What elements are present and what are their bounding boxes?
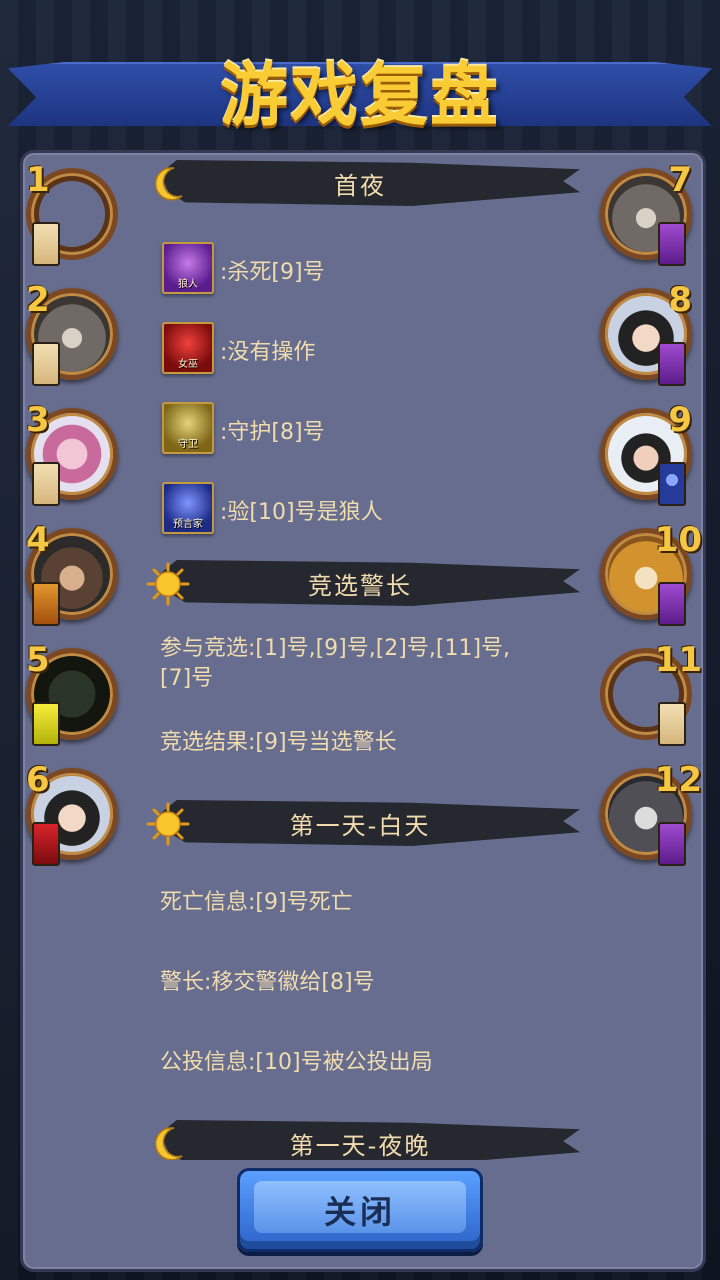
player-slot-6[interactable]: 6 — [22, 760, 122, 868]
player-slot-1[interactable]: 1 — [22, 160, 122, 268]
player-slot-8[interactable]: 8 — [596, 280, 696, 388]
guard-role-icon — [32, 702, 60, 746]
player-number: 10 — [654, 520, 702, 560]
close-button[interactable]: 关闭 — [237, 1168, 483, 1252]
close-button-label: 关闭 — [323, 1193, 396, 1231]
election-result: 竞选结果:[9]号当选警长 — [160, 730, 397, 755]
villager-role-icon — [32, 462, 60, 506]
player-number: 3 — [26, 400, 50, 440]
guard-role-icon: 守卫 — [162, 402, 214, 454]
log-entry: 守卫 :守护[8]号 — [160, 402, 580, 458]
sheriff-badge-info: 警长:移交警徽给[8]号 — [160, 970, 375, 995]
seer-role-icon: 预言家 — [162, 482, 214, 534]
section-header-first-night: 首夜 — [140, 156, 580, 212]
player-slot-10[interactable]: 10 — [596, 520, 702, 628]
werewolf-role-icon: 狼人 — [162, 242, 214, 294]
player-number: 9 — [668, 400, 692, 440]
player-number: 6 — [26, 760, 50, 800]
seer-role-icon — [658, 462, 686, 506]
section-header-night1: 第一天-夜晚 — [140, 1116, 580, 1160]
section-title: 首夜 — [334, 172, 386, 200]
log-text: :没有操作 — [220, 340, 316, 365]
section-title: 第一天-夜晚 — [289, 1132, 431, 1160]
death-info: 死亡信息:[9]号死亡 — [160, 890, 353, 915]
log-text: :守护[8]号 — [220, 420, 325, 445]
section-header-day1: 第一天-白天 — [140, 796, 580, 852]
player-slot-3[interactable]: 3 — [22, 400, 122, 508]
page-title: 游戏复盘 — [219, 56, 500, 136]
werewolf-role-icon — [658, 222, 686, 266]
player-slot-5[interactable]: 5 — [22, 640, 122, 748]
player-slot-4[interactable]: 4 — [22, 520, 122, 628]
werewolf-role-icon — [658, 582, 686, 626]
player-number: 8 — [668, 280, 692, 320]
election-participants: 参与竞选:[1]号,[9]号,[2]号,[11]号,[7]号 — [160, 636, 511, 691]
game-log[interactable]: 首夜 狼人 :杀死[9]号 女巫 :没有操作 守卫 :守护[8]号 预言家 :验… — [140, 150, 580, 1160]
player-number: 1 — [26, 160, 50, 200]
log-text: :杀死[9]号 — [220, 260, 325, 285]
vote-info: 公投信息:[10]号被公投出局 — [160, 1050, 433, 1075]
role-label: 预言家 — [173, 519, 203, 530]
player-number: 2 — [26, 280, 50, 320]
section-title: 第一天-白天 — [289, 812, 431, 840]
role-label: 守卫 — [178, 439, 198, 450]
player-number: 12 — [654, 760, 702, 800]
villager-role-icon — [658, 702, 686, 746]
player-slot-2[interactable]: 2 — [22, 280, 122, 388]
hunter-role-icon — [32, 582, 60, 626]
player-number: 4 — [26, 520, 50, 560]
role-label: 狼人 — [178, 279, 198, 290]
role-label: 女巫 — [178, 359, 198, 370]
witch-role-icon: 女巫 — [162, 322, 214, 374]
section-header-election: 竞选警长 — [140, 556, 580, 612]
log-entry: 女巫 :没有操作 — [160, 322, 580, 378]
villager-role-icon — [32, 222, 60, 266]
player-slot-12[interactable]: 12 — [596, 760, 702, 868]
player-slot-11[interactable]: 11 — [596, 640, 702, 748]
player-slot-9[interactable]: 9 — [596, 400, 696, 508]
section-title: 竞选警长 — [308, 572, 412, 600]
villager-role-icon — [32, 342, 60, 386]
log-entry: 预言家 :验[10]号是狼人 — [160, 482, 580, 538]
title-banner: 游戏复盘 — [0, 40, 720, 150]
player-number: 7 — [668, 160, 692, 200]
player-number: 5 — [26, 640, 50, 680]
log-entry: 狼人 :杀死[9]号 — [160, 242, 580, 298]
werewolf-role-icon — [658, 342, 686, 386]
werewolf-role-icon — [658, 822, 686, 866]
player-number: 11 — [654, 640, 702, 680]
log-text: :验[10]号是狼人 — [220, 500, 383, 525]
witch-role-icon — [32, 822, 60, 866]
player-slot-7[interactable]: 7 — [596, 160, 696, 268]
